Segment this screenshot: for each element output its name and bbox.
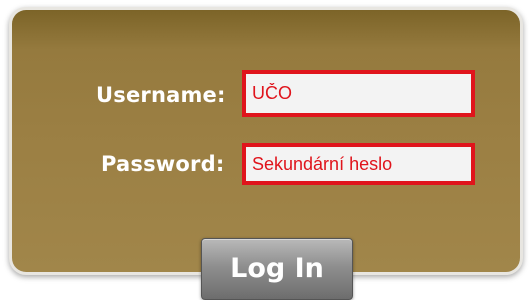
password-input[interactable] bbox=[242, 143, 475, 185]
login-panel bbox=[12, 10, 520, 272]
password-label: Password: bbox=[101, 152, 225, 176]
login-button[interactable]: Log In bbox=[201, 238, 353, 300]
username-input[interactable] bbox=[242, 70, 475, 117]
login-screen: Username: Password: Log In bbox=[0, 0, 529, 300]
username-label: Username: bbox=[96, 83, 226, 107]
